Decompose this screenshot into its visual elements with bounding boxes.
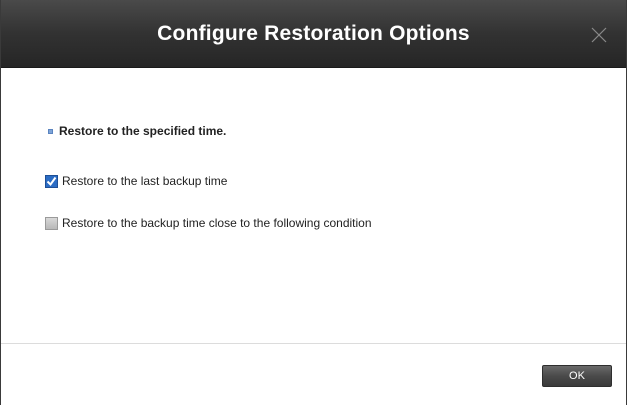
- close-icon: [591, 27, 607, 43]
- last-backup-checkbox[interactable]: [45, 174, 58, 188]
- dialog-titlebar: Configure Restoration Options: [1, 0, 626, 68]
- option-backup-close-to-condition[interactable]: Restore to the backup time close to the …: [45, 216, 372, 230]
- restoration-options-dialog: Configure Restoration Options Restore to…: [0, 0, 627, 405]
- backup-condition-label: Restore to the backup time close to the …: [62, 216, 372, 230]
- dialog-content: Restore to the specified time. Restore t…: [1, 68, 626, 343]
- section-heading-label: Restore to the specified time.: [59, 124, 227, 138]
- dialog-footer: OK: [1, 343, 626, 405]
- bullet-icon: [48, 128, 53, 134]
- checkmark-icon: [46, 176, 57, 186]
- option-last-backup[interactable]: Restore to the last backup time: [45, 174, 227, 188]
- last-backup-label: Restore to the last backup time: [62, 174, 228, 188]
- dialog-title: Configure Restoration Options: [157, 22, 470, 45]
- ok-button[interactable]: OK: [542, 365, 612, 387]
- backup-condition-checkbox[interactable]: [45, 216, 58, 230]
- close-button[interactable]: [590, 26, 608, 44]
- section-heading: Restore to the specified time.: [48, 124, 226, 138]
